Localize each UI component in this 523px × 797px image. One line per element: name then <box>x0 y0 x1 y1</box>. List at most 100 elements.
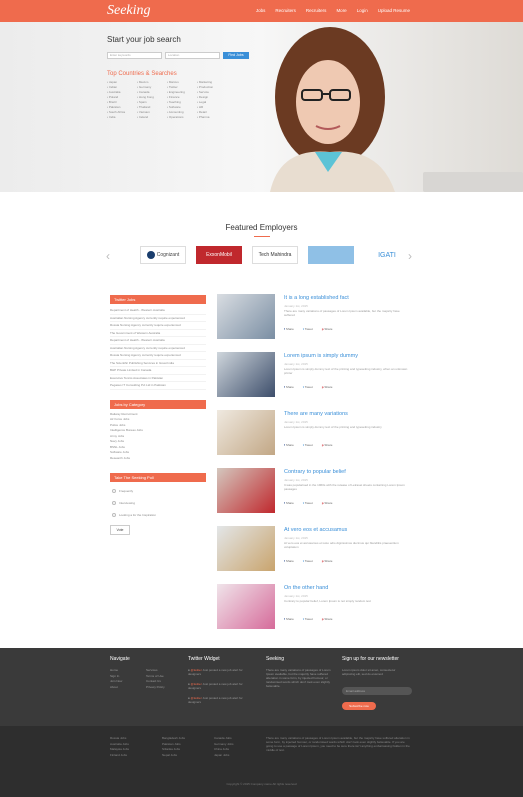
employer-logo-exxonmobil[interactable]: ExxonMobil <box>196 246 242 264</box>
post-thumbnail[interactable] <box>217 294 275 339</box>
footer-country-link[interactable]: Finland Jobs <box>110 753 129 759</box>
twitter-job-link[interactable]: The Government of Western Australia <box>110 330 206 337</box>
twitter-job-link[interactable]: The Scientific Publishing Services in Gr… <box>110 360 206 367</box>
share-button[interactable]: t Tweet <box>303 617 313 621</box>
twitter-job-link[interactable]: Russia Nursing Agency currently require … <box>110 322 206 330</box>
employer-logo-cognizant[interactable]: Cognizant <box>140 246 186 264</box>
post-title[interactable]: At vero eos et accusamus <box>284 527 347 533</box>
site-logo[interactable]: Seeking <box>107 3 151 19</box>
top-country-link[interactable]: • Pharma <box>197 115 227 119</box>
top-country-link[interactable]: • Japan <box>107 80 137 84</box>
top-country-link[interactable]: • Brazil <box>107 100 137 104</box>
footer-nav-link[interactable]: Join Now <box>110 679 122 685</box>
share-button[interactable]: f Share <box>284 385 294 389</box>
share-button[interactable]: t Tweet <box>303 443 313 447</box>
find-jobs-button[interactable]: Find Jobs <box>223 52 249 59</box>
top-country-link[interactable]: • HR <box>197 105 227 109</box>
footer-country-link[interactable]: Malaysia Jobs <box>110 747 129 753</box>
post-title[interactable]: Lorem ipsum is simply dummy <box>284 353 358 359</box>
post-thumbnail[interactable] <box>217 584 275 629</box>
top-country-link[interactable]: • Twitter <box>167 85 197 89</box>
footer-nav-link[interactable]: About <box>110 685 122 691</box>
top-country-link[interactable]: • Thailand <box>137 105 167 109</box>
top-country-link[interactable]: • South Africa <box>107 110 137 114</box>
share-button[interactable]: t Tweet <box>303 559 313 563</box>
top-country-link[interactable]: • Hong Kong <box>137 95 167 99</box>
newsletter-email-input[interactable]: Email address <box>342 687 412 695</box>
nav-item-more[interactable]: More <box>336 8 346 13</box>
top-country-link[interactable]: • Marketing <box>197 80 227 84</box>
twitter-job-link[interactable]: Executive Tennis Associates in Pakistan <box>110 375 206 382</box>
top-country-link[interactable]: • Germany <box>137 85 167 89</box>
employer-logo-igati[interactable]: IGATI <box>364 246 410 264</box>
poll-option[interactable]: Looking a for the Inspiration <box>110 509 206 521</box>
radio-icon[interactable] <box>112 513 116 518</box>
top-country-link[interactable]: • Canada <box>137 90 167 94</box>
post-title[interactable]: On the other hand <box>284 585 328 591</box>
twitter-job-link[interactable]: Australian Nursing Agency currently requ… <box>110 315 206 322</box>
radio-icon[interactable] <box>112 489 116 494</box>
footer-country-link[interactable]: Bangladesh Jobs <box>162 736 185 742</box>
top-country-link[interactable]: • Poland <box>107 95 137 99</box>
top-country-link[interactable]: • Ireland <box>137 115 167 119</box>
twitter-job-link[interactable]: Department of Health - Western Australia <box>110 337 206 345</box>
share-button[interactable]: f Share <box>284 443 294 447</box>
twitter-job-link[interactable]: Russia Nursing Agency currently require … <box>110 352 206 360</box>
share-button[interactable]: f Share <box>284 617 294 621</box>
post-thumbnail[interactable] <box>217 352 275 397</box>
share-button[interactable]: p Share <box>322 327 333 331</box>
poll-option[interactable]: Frequently <box>110 485 206 497</box>
employer-logo-tech-mahindra[interactable]: Tech Mahindra <box>252 246 298 264</box>
share-button[interactable]: f Share <box>284 559 294 563</box>
top-country-link[interactable]: • Design <box>197 95 227 99</box>
top-country-link[interactable]: • Marcus <box>167 80 197 84</box>
share-button[interactable]: p Share <box>322 443 333 447</box>
share-button[interactable]: t Tweet <box>303 501 313 505</box>
top-country-link[interactable]: • Service <box>197 90 227 94</box>
post-thumbnail[interactable] <box>217 468 275 513</box>
top-country-link[interactable]: • Australia <box>107 90 137 94</box>
nav-item-recruiters-2[interactable]: Recruiters <box>306 8 327 13</box>
top-country-link[interactable]: • Legal <box>197 100 227 104</box>
top-country-link[interactable]: • Finance <box>167 95 197 99</box>
keyword-input[interactable]: Enter keywords <box>107 52 162 59</box>
twitter-job-link[interactable]: Australian Nursing Agency currently requ… <box>110 345 206 352</box>
top-country-link[interactable]: • Engineering <box>167 90 197 94</box>
employer-logo-blue[interactable] <box>308 246 354 264</box>
share-button[interactable]: p Share <box>322 617 333 621</box>
twitter-job-link[interactable]: BHP Private Limited in Canada <box>110 367 206 375</box>
carousel-prev-icon[interactable]: ‹ <box>106 249 110 263</box>
top-country-link[interactable]: • Spain <box>137 100 167 104</box>
top-country-link[interactable]: • Teaching <box>167 100 197 104</box>
share-button[interactable]: p Share <box>322 501 333 505</box>
footer-country-link[interactable]: Japan Jobs <box>214 753 234 759</box>
location-input[interactable]: Location <box>165 52 220 59</box>
top-country-link[interactable]: • Indian <box>107 85 137 89</box>
subscribe-button[interactable]: Subscribe now <box>342 702 376 710</box>
share-button[interactable]: f Share <box>284 327 294 331</box>
top-country-link[interactable]: • Pakistan <box>107 105 137 109</box>
share-button[interactable]: p Share <box>322 385 333 389</box>
radio-icon[interactable] <box>112 501 116 506</box>
top-country-link[interactable]: • Software <box>167 105 197 109</box>
share-button[interactable]: t Tweet <box>303 327 313 331</box>
top-country-link[interactable]: • Accounting <box>167 110 197 114</box>
top-country-link[interactable]: • India <box>107 115 137 119</box>
top-country-link[interactable]: • Production <box>197 85 227 89</box>
nav-item-upload-resume[interactable]: Upload Resume <box>378 8 410 13</box>
footer-country-link[interactable]: Canada Jobs <box>214 736 234 742</box>
share-button[interactable]: f Share <box>284 501 294 505</box>
nav-item-jobs[interactable]: Jobs <box>256 8 266 13</box>
top-country-link[interactable]: • Mexico <box>137 80 167 84</box>
top-country-link[interactable]: • Operations <box>167 115 197 119</box>
share-button[interactable]: p Share <box>322 559 333 563</box>
share-button[interactable]: t Tweet <box>303 385 313 389</box>
twitter-job-link[interactable]: Pegasus IT Consulting Pvt Ltd in Pakista… <box>110 382 206 390</box>
footer-nav-link[interactable]: Privacy Policy <box>146 685 165 691</box>
post-title[interactable]: There are many variations <box>284 411 348 417</box>
post-title[interactable]: It is a long established fact <box>284 295 349 301</box>
twitter-job-link[interactable]: Department of Health - Western Australia <box>110 307 206 315</box>
vote-button[interactable]: Vote <box>110 525 130 535</box>
post-thumbnail[interactable] <box>217 526 275 571</box>
poll-option[interactable]: Interviewing <box>110 497 206 509</box>
